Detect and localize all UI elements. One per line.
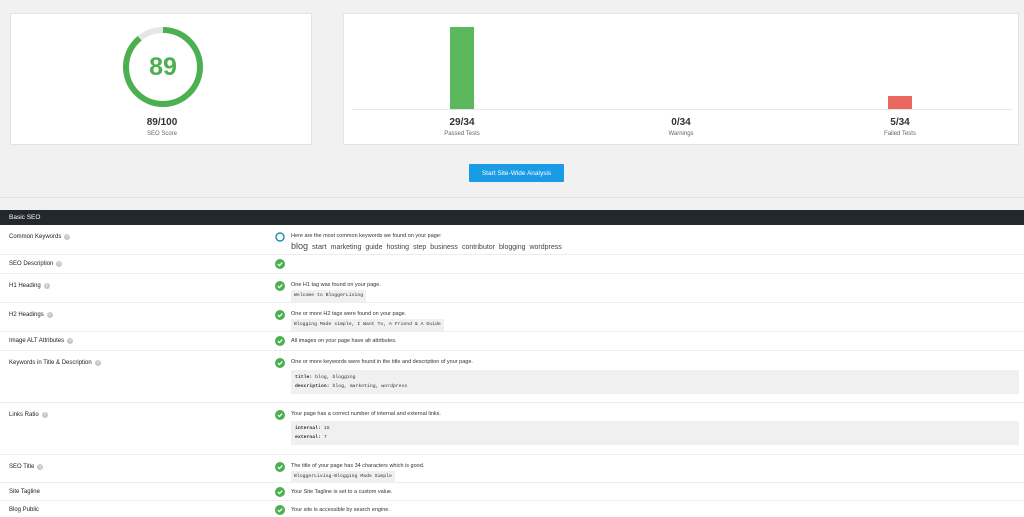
row-label: SEO Description ? xyxy=(9,261,63,267)
ring-icon xyxy=(275,232,285,242)
code-key: internal: xyxy=(295,426,321,431)
failed-tests-caption: Failed Tests xyxy=(884,131,916,137)
row-message: The title of your page has 34 characters… xyxy=(291,463,425,469)
row-site-tagline: Site Tagline Your Site Tagline is set to… xyxy=(0,483,1024,501)
row-common-keywords: Common Keywords ? Here are the most comm… xyxy=(0,225,1024,255)
row-h2-headings: H2 Headings ? One or more H2 tags were f… xyxy=(0,303,1024,332)
score-number: 89 xyxy=(149,52,177,81)
h2-code: Blogging Made simple, I Want To, A Frien… xyxy=(291,319,444,331)
row-label-text: Links Ratio xyxy=(9,412,39,418)
start-site-wide-analysis-button[interactable]: Start Site-Wide Analysis xyxy=(469,164,564,182)
chart-baseline xyxy=(352,109,1012,110)
keyword: contributor xyxy=(461,244,496,251)
keyword: business xyxy=(430,244,458,251)
row-label-text: Blog Public xyxy=(9,507,40,513)
row-label: Common Keywords ? xyxy=(9,234,71,240)
passed-tests-value: 29/34 xyxy=(449,117,475,128)
help-icon[interactable]: ? xyxy=(67,338,74,344)
row-seo-title: SEO Title ? The title of your page has 3… xyxy=(0,455,1024,483)
row-message: One H1 tag was found on your page. xyxy=(291,282,381,288)
row-message: Your site is accessible by search engine… xyxy=(291,507,390,513)
keyword: step xyxy=(413,244,427,251)
passed-tests-bar xyxy=(450,27,474,109)
failed-tests-bar xyxy=(888,96,912,109)
help-icon[interactable]: ? xyxy=(46,312,53,318)
row-label: H2 Headings ? xyxy=(9,312,53,318)
row-label-text: Common Keywords xyxy=(9,234,62,240)
row-seo-description: SEO Description ? xyxy=(0,255,1024,274)
row-label-text: Site Tagline xyxy=(9,489,40,495)
code-value: blog, blogging xyxy=(315,375,356,380)
score-value: 89/100 xyxy=(146,117,178,128)
divider xyxy=(0,197,1024,198)
basic-seo-section: Basic SEO Common Keywords ? Here are the… xyxy=(0,210,1024,517)
row-label: Site Tagline xyxy=(9,489,40,495)
row-blog-public: Blog Public Your site is accessible by s… xyxy=(0,501,1024,517)
row-message: Your Site Tagline is set to a custom val… xyxy=(291,489,393,495)
keyword: hosting xyxy=(386,244,410,251)
warnings-value: 0/34 xyxy=(671,117,691,128)
row-label-text: SEO Title xyxy=(9,464,35,470)
row-message: One or more H2 tags were found on your p… xyxy=(291,311,407,317)
check-circle-icon xyxy=(275,310,285,320)
keyword: marketing xyxy=(330,244,362,251)
keyword-list: blog start marketing guide hosting step … xyxy=(291,241,562,251)
code-key: description: xyxy=(295,384,330,389)
row-h1-heading: H1 Heading ? One H1 tag was found on you… xyxy=(0,274,1024,303)
failed-tests-value: 5/34 xyxy=(890,117,910,128)
row-label-text: Image ALT Attributes xyxy=(9,338,65,344)
row-label: Image ALT Attributes ? xyxy=(9,338,74,344)
code-key: title: xyxy=(295,375,313,380)
code-value: blog, marketing, wordpress xyxy=(332,384,408,389)
row-label: SEO Title ? xyxy=(9,464,44,470)
h1-code: Welcome to BloggerLiving xyxy=(291,290,367,302)
row-label-text: SEO Description xyxy=(9,261,54,267)
row-label: H1 Heading ? xyxy=(9,283,50,289)
keyword: guide xyxy=(365,244,383,251)
row-message: All images on your page have alt attribu… xyxy=(291,338,397,344)
help-icon[interactable]: ? xyxy=(41,412,48,418)
help-icon[interactable]: ? xyxy=(94,360,101,366)
check-circle-icon xyxy=(275,462,285,472)
section-title: Basic SEO xyxy=(0,210,1024,225)
row-links-ratio: Links Ratio ? Your page has a correct nu… xyxy=(0,403,1024,455)
help-icon[interactable]: ? xyxy=(56,261,63,267)
row-keywords-title-description: Keywords in Title & Description ? One or… xyxy=(0,351,1024,403)
row-image-alt: Image ALT Attributes ? All images on you… xyxy=(0,332,1024,351)
code-value: 7 xyxy=(323,435,327,440)
keyword: blog xyxy=(291,241,309,251)
row-label: Keywords in Title & Description ? xyxy=(9,360,101,366)
check-circle-icon xyxy=(275,259,285,269)
row-label-text: Keywords in Title & Description xyxy=(9,360,92,366)
tests-summary-card: 29/34 Passed Tests 0/34 Warnings 5/34 Fa… xyxy=(343,13,1019,145)
seo-title-code: BloggerLiving-Blogging Made Simple xyxy=(291,471,395,483)
warnings-caption: Warnings xyxy=(668,131,694,137)
seo-score-card: 89 89/100 SEO Score xyxy=(10,13,312,145)
links-codebox: internal: 15 external: 7 xyxy=(291,421,1019,445)
check-circle-icon xyxy=(275,281,285,291)
passed-tests-caption: Passed Tests xyxy=(444,131,480,137)
check-circle-icon xyxy=(275,505,285,515)
score-caption: SEO Score xyxy=(146,131,177,137)
row-message: Your page has a correct number of intern… xyxy=(291,411,441,417)
row-label-text: H1 Heading xyxy=(9,283,41,289)
code-key: external: xyxy=(295,435,321,440)
keyword: start xyxy=(312,242,327,251)
row-label-text: H2 Headings xyxy=(9,312,44,318)
check-circle-icon xyxy=(275,336,285,346)
row-message: One or more keywords were found in the t… xyxy=(291,359,473,365)
check-circle-icon xyxy=(275,410,285,420)
help-icon[interactable]: ? xyxy=(64,234,71,240)
help-icon[interactable]: ? xyxy=(43,283,50,289)
keyword: wordpress xyxy=(529,244,562,251)
code-value: 15 xyxy=(323,426,330,431)
check-circle-icon xyxy=(275,358,285,368)
row-label: Links Ratio ? xyxy=(9,412,48,418)
check-circle-icon xyxy=(275,487,285,497)
row-message: Here are the most common keywords we fou… xyxy=(291,233,442,239)
keyword: blogging xyxy=(499,244,526,251)
help-icon[interactable]: ? xyxy=(37,464,44,470)
keywords-codebox: title: blog, blogging description: blog,… xyxy=(291,370,1019,394)
row-label: Blog Public xyxy=(9,507,39,513)
